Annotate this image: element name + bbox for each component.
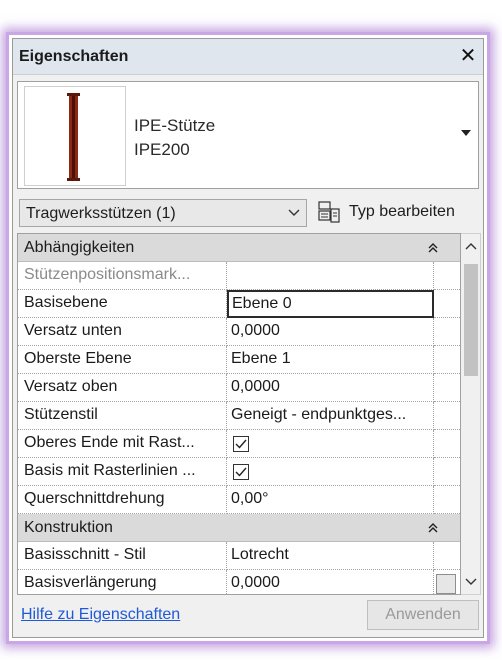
instance-filter-dropdown[interactable]: Tragwerksstützen (1) xyxy=(19,199,307,227)
property-name: Stützenpositionsmark... xyxy=(18,262,227,290)
property-name: Basisschnitt - Stil xyxy=(18,542,227,570)
row-tail xyxy=(434,430,460,458)
vertical-scrollbar[interactable] xyxy=(461,233,481,595)
edit-type-icon xyxy=(318,201,340,223)
row-tail xyxy=(434,290,460,318)
row-tail xyxy=(434,542,460,570)
property-row: Querschnittdrehung 0,00° xyxy=(18,486,460,514)
type-selector[interactable]: IPE-Stütze IPE200 xyxy=(17,81,479,189)
checkbox-checked-icon[interactable] xyxy=(233,436,249,452)
collapse-group-icon[interactable] xyxy=(428,523,438,533)
property-row: Oberes Ende mit Rast... xyxy=(18,430,460,458)
property-value xyxy=(227,262,434,290)
instance-filter-label: Tragwerksstützen (1) xyxy=(26,205,176,222)
column-preview-icon xyxy=(24,86,126,186)
panel-title: Eigenschaften xyxy=(19,48,129,65)
property-row: Basis mit Rasterlinien ... xyxy=(18,458,460,486)
property-row: Stützenstil Geneigt - endpunktges... xyxy=(18,402,460,430)
row-tail xyxy=(434,374,460,402)
row-tail xyxy=(434,486,460,514)
group-header-construction[interactable]: Konstruktion xyxy=(18,514,460,542)
chevron-down-icon xyxy=(288,209,300,216)
edit-type-label: Typ bearbeiten xyxy=(349,203,455,220)
property-row: Basisebene Ebene 0 xyxy=(18,290,460,318)
close-icon[interactable]: ✕ xyxy=(457,45,479,67)
property-value-field[interactable]: 0,0000 xyxy=(227,318,434,346)
property-value-field[interactable]: Geneigt - endpunktges... xyxy=(227,402,434,430)
row-tail xyxy=(434,318,460,346)
type-family-name: IPE-Stütze xyxy=(134,116,216,135)
row-tail xyxy=(434,346,460,374)
property-name: Basisverlängerung xyxy=(18,570,227,594)
property-name: Versatz oben xyxy=(18,374,227,402)
scrollbar-thumb[interactable] xyxy=(464,264,478,376)
row-tail xyxy=(434,570,460,594)
property-value-field[interactable]: 0,0000 xyxy=(227,570,434,594)
property-value-checkbox-cell xyxy=(227,458,434,486)
panel-titlebar[interactable]: Eigenschaften ✕ xyxy=(13,39,483,75)
checkbox-checked-icon[interactable] xyxy=(233,464,249,480)
properties-grid: Abhängigkeiten Stützenpositionsmark... B… xyxy=(17,233,461,595)
property-row: Basisschnitt - Stil Lotrecht xyxy=(18,542,460,570)
row-tail xyxy=(434,402,460,430)
properties-panel: Eigenschaften ✕ IPE-Stütze IPE200 Tragwe… xyxy=(12,38,484,638)
scroll-up-icon[interactable] xyxy=(465,242,477,250)
property-row: Oberste Ebene Ebene 1 xyxy=(18,346,460,374)
help-link[interactable]: Hilfe zu Eigenschaften xyxy=(21,606,180,624)
property-row: Basisverlängerung 0,0000 xyxy=(18,570,460,594)
type-name: IPE200 xyxy=(134,140,190,159)
property-name: Basisebene xyxy=(18,290,227,318)
property-row: Versatz unten 0,0000 xyxy=(18,318,460,346)
row-tail xyxy=(434,458,460,486)
property-value-field[interactable]: Ebene 1 xyxy=(227,346,434,374)
property-value-field[interactable]: 0,0000 xyxy=(227,374,434,402)
dropdown-arrow-icon[interactable] xyxy=(460,128,472,138)
property-value-field[interactable]: Lotrecht xyxy=(227,542,434,570)
group-label: Konstruktion xyxy=(24,519,113,536)
property-row: Versatz oben 0,0000 xyxy=(18,374,460,402)
property-value-checkbox-cell xyxy=(227,430,434,458)
property-name: Basis mit Rasterlinien ... xyxy=(18,458,227,486)
row-tail xyxy=(434,262,460,290)
property-name: Oberes Ende mit Rast... xyxy=(18,430,227,458)
edit-value-button[interactable] xyxy=(436,574,456,594)
apply-button[interactable]: Anwenden xyxy=(367,600,479,630)
group-header-constraints[interactable]: Abhängigkeiten xyxy=(18,234,460,262)
property-name: Versatz unten xyxy=(18,318,227,346)
property-value-field[interactable]: 0,00° xyxy=(227,486,434,514)
property-name: Oberste Ebene xyxy=(18,346,227,374)
property-name: Querschnittdrehung xyxy=(18,486,227,514)
edit-type-button[interactable]: Typ bearbeiten xyxy=(315,197,479,227)
scroll-down-icon[interactable] xyxy=(465,578,477,586)
property-value-field[interactable]: Ebene 0 xyxy=(227,290,434,318)
group-label: Abhängigkeiten xyxy=(24,239,135,256)
collapse-group-icon[interactable] xyxy=(428,243,438,253)
property-row: Stützenpositionsmark... xyxy=(18,262,460,290)
property-name: Stützenstil xyxy=(18,402,227,430)
